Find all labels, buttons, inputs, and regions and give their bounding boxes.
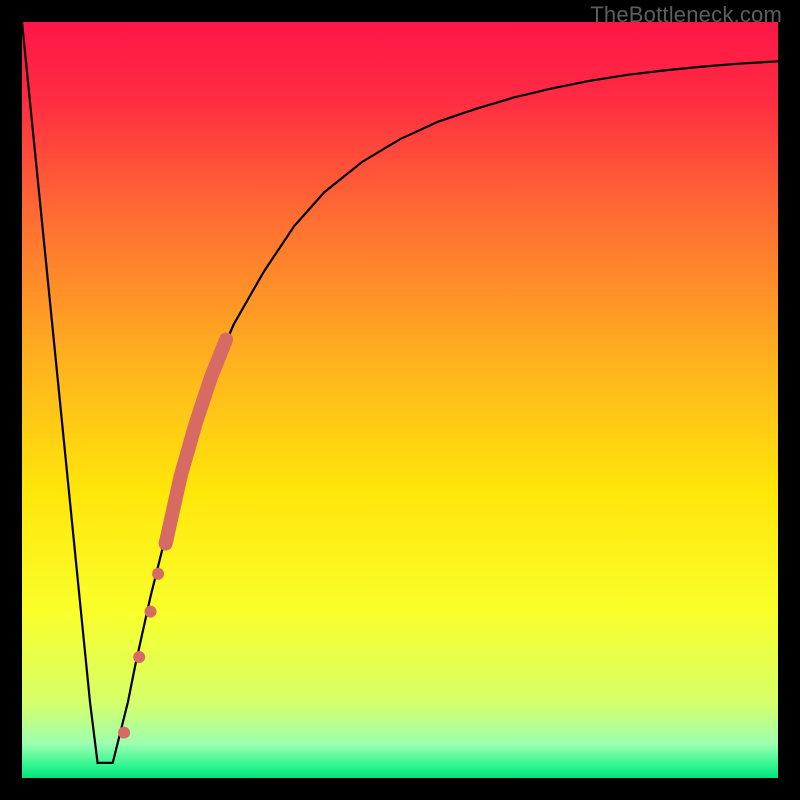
curve-marker xyxy=(145,606,157,618)
plot-area xyxy=(22,22,778,778)
curve-marker xyxy=(152,568,164,580)
curve-marker xyxy=(133,651,145,663)
chart-frame: TheBottleneck.com xyxy=(0,0,800,800)
curve-marker xyxy=(118,727,130,739)
chart-svg xyxy=(22,22,778,778)
